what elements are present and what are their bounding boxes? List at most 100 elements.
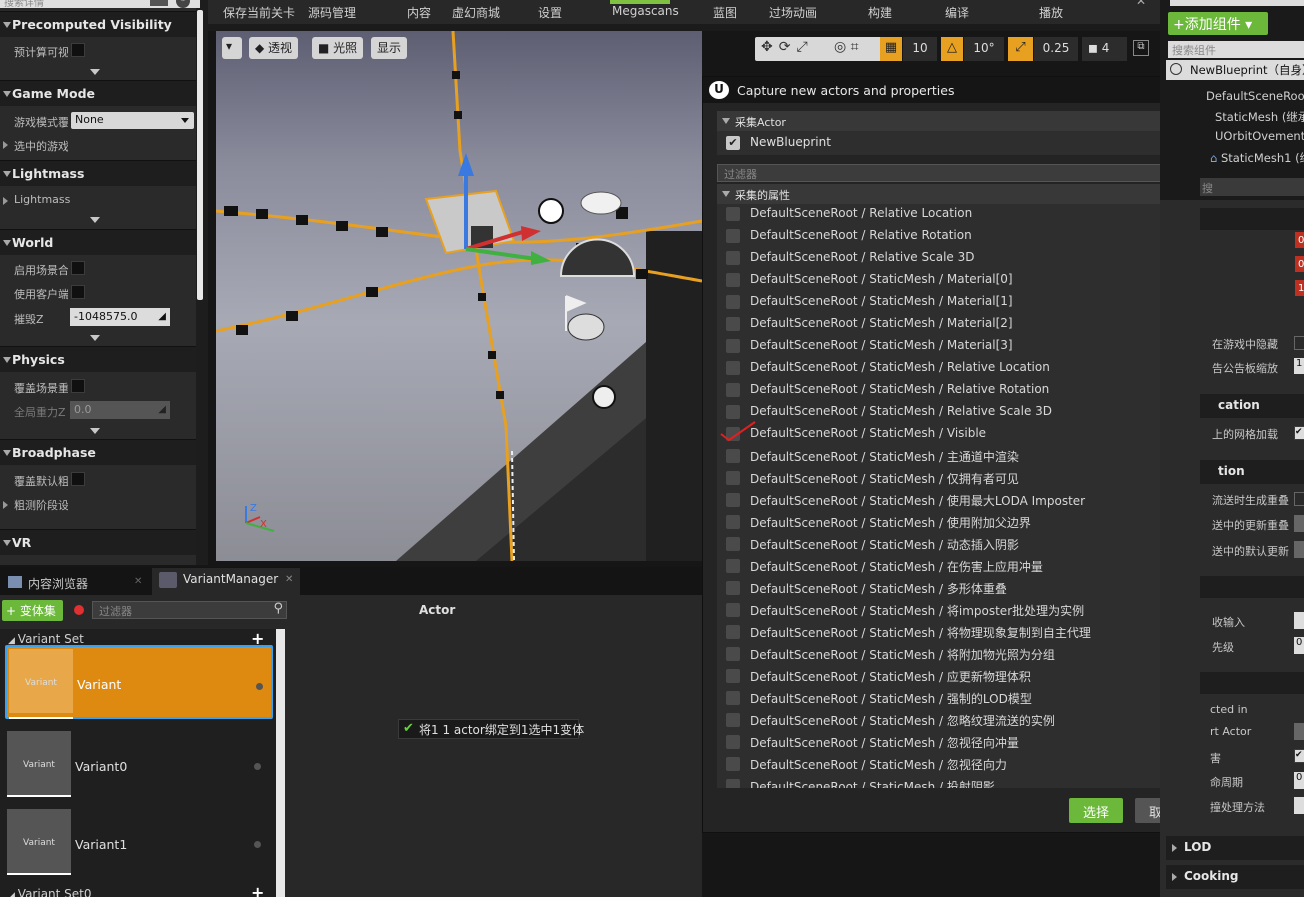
close-icon[interactable]: ✕ [1136, 0, 1146, 8]
tree-item-self[interactable]: NewBlueprint（自身） [1166, 60, 1304, 80]
add-variant-set-button[interactable]: + 变体集 [2, 600, 63, 621]
lifespan-input[interactable]: 0 [1294, 772, 1304, 789]
property-row[interactable]: DefaultSceneRoot / StaticMesh / Material… [717, 269, 1183, 291]
override-broadphase-checkbox[interactable] [71, 472, 85, 486]
toolbar-settings[interactable]: 设置 [538, 4, 562, 21]
select-button[interactable]: 选择 [1069, 798, 1123, 823]
property-row[interactable]: DefaultSceneRoot / StaticMesh / 在伤害上应用冲量 [717, 555, 1183, 577]
property-checkbox[interactable] [726, 405, 740, 419]
variant-list-scrollbar[interactable] [276, 629, 285, 897]
enable-world-checkbox[interactable] [71, 261, 85, 275]
gizmo-y-arrow[interactable] [531, 251, 551, 265]
location-x-value[interactable]: 0 [1295, 232, 1304, 248]
property-checkbox[interactable] [726, 207, 740, 221]
property-row[interactable]: DefaultSceneRoot / StaticMesh / Visible [717, 423, 1183, 445]
property-row[interactable]: DefaultSceneRoot / StaticMesh / 忽略纹理流送的实… [717, 709, 1183, 731]
tab-close-icon[interactable]: ✕ [134, 576, 142, 587]
damage-checkbox[interactable]: ✔ [1294, 749, 1304, 763]
section-lod[interactable]: LOD [1166, 836, 1304, 860]
property-row[interactable]: DefaultSceneRoot / Relative Rotation [717, 225, 1183, 247]
property-row[interactable]: DefaultSceneRoot / StaticMesh / Relative… [717, 379, 1183, 401]
generate-overlap-checkbox[interactable] [1294, 492, 1304, 506]
section-game-mode[interactable]: Game Mode [0, 80, 196, 106]
actor-section-header[interactable]: 采集Actor [717, 111, 1198, 131]
property-checkbox[interactable] [726, 581, 740, 595]
record-icon[interactable] [74, 605, 84, 615]
details-search-input[interactable]: 搜 [1200, 178, 1304, 196]
properties-section-header[interactable]: 采集的属性 [717, 184, 1198, 204]
property-checkbox[interactable] [726, 361, 740, 375]
property-checkbox[interactable] [726, 515, 740, 529]
toolbar-megascans[interactable]: Megascans [612, 4, 679, 18]
toolbar-blueprints[interactable]: 蓝图 [713, 4, 737, 21]
property-checkbox[interactable] [726, 713, 740, 727]
expand-arrow-icon[interactable] [3, 501, 8, 509]
toolbar-cinematics[interactable]: 过场动画 [769, 4, 817, 21]
expand-arrow-icon[interactable] [3, 197, 8, 205]
variant-filter-input[interactable]: 过滤器 ⚲ [92, 601, 287, 619]
add-component-button[interactable]: +添加组件 ▾ [1168, 12, 1268, 35]
property-checkbox[interactable] [726, 559, 740, 573]
property-checkbox[interactable] [726, 735, 740, 749]
property-checkbox[interactable] [726, 251, 740, 265]
property-row[interactable]: DefaultSceneRoot / StaticMesh / Relative… [717, 357, 1183, 379]
tree-item-static-mesh1[interactable]: ⌂ StaticMesh1 (继 [1210, 150, 1304, 166]
expand-chevron-icon[interactable] [90, 217, 100, 223]
property-row[interactable]: DefaultSceneRoot / StaticMesh / 忽视径向力 [717, 753, 1183, 775]
toolbar-content[interactable]: 内容 [407, 4, 431, 21]
toolbar-build[interactable]: 构建 [868, 4, 892, 21]
details-scrollbar[interactable] [196, 0, 208, 565]
property-checkbox[interactable] [726, 647, 740, 661]
tab-content-browser[interactable]: 内容浏览器 ✕ [4, 571, 148, 595]
section-cooking[interactable]: Cooking [1166, 865, 1304, 889]
property-row[interactable]: DefaultSceneRoot / StaticMesh / Material… [717, 313, 1183, 335]
property-checkbox[interactable] [726, 229, 740, 243]
property-checkbox[interactable] [726, 493, 740, 507]
property-row[interactable]: DefaultSceneRoot / StaticMesh / 忽视径向冲量 [717, 731, 1183, 753]
toolbar-save-level[interactable]: 保存当前关卡 [223, 4, 295, 21]
level-viewport[interactable]: Z X ▾ ◆ 透视 ■ 光照 显示 ✥ ⟳ ⤢ [216, 31, 702, 561]
property-checkbox[interactable] [726, 449, 740, 463]
dialog-title-bar[interactable]: U Capture new actors and properties ✕ [703, 77, 1209, 103]
section-physics[interactable]: Physics [0, 346, 196, 372]
blueprint-name-field[interactable] [1170, 0, 1304, 6]
variant-set-row[interactable]: ◢ Variant Set0 [8, 887, 92, 897]
section-precomputed-visibility[interactable]: Precomputed Visibility [0, 11, 196, 37]
property-checkbox[interactable] [726, 273, 740, 287]
actor-checkbox-checked[interactable]: ✔ [726, 136, 740, 150]
collision-handling-dropdown[interactable] [1294, 797, 1304, 814]
actor-row[interactable]: ✔ NewBlueprint [717, 131, 1198, 155]
variant-item[interactable]: Variant Variant1 [5, 807, 273, 881]
property-checkbox[interactable] [726, 295, 740, 309]
priority-input[interactable]: 0 [1294, 637, 1304, 654]
lit-button[interactable]: ■ 光照 [312, 37, 364, 59]
receive-input-dropdown[interactable] [1294, 612, 1304, 629]
game-mode-dropdown[interactable]: None [71, 112, 194, 129]
property-row[interactable]: DefaultSceneRoot / StaticMesh / 主通道中渲染 [717, 445, 1183, 467]
view-options-icon[interactable] [150, 0, 168, 6]
property-checkbox[interactable] [726, 757, 740, 771]
scale-x-value[interactable]: 1 [1295, 280, 1304, 296]
variant-item-selected[interactable]: Variant Variant [5, 645, 273, 719]
tab-variant-manager[interactable]: VariantManager ✕ [152, 568, 300, 595]
expand-chevron-icon[interactable] [90, 428, 100, 434]
property-checkbox[interactable] [726, 317, 740, 331]
property-row[interactable]: DefaultSceneRoot / StaticMesh / 将imposte… [717, 599, 1183, 621]
expand-arrow-icon[interactable] [3, 141, 8, 149]
scrollbar-thumb[interactable] [197, 10, 203, 300]
billboard-scale-input[interactable]: 1 [1294, 358, 1304, 374]
property-row[interactable]: DefaultSceneRoot / StaticMesh / 将物理现象复制到… [717, 621, 1183, 643]
section-vr[interactable]: VR [0, 529, 196, 555]
variant-set-row[interactable]: ◢ Variant Set [8, 632, 84, 646]
property-checkbox[interactable] [726, 779, 740, 788]
tree-item-orbit-movement[interactable]: UOrbitOvement ( [1215, 129, 1304, 143]
property-checkbox[interactable] [726, 471, 740, 485]
property-checkbox[interactable] [726, 669, 740, 683]
details-search-input[interactable]: 搜索详情 [0, 0, 200, 9]
gizmo-x-arrow[interactable] [521, 226, 541, 241]
section-world[interactable]: World [0, 229, 196, 255]
property-row[interactable]: DefaultSceneRoot / StaticMesh / 多形体重叠 [717, 577, 1183, 599]
property-row[interactable]: DefaultSceneRoot / Relative Location [717, 204, 1183, 225]
property-checkbox[interactable] [726, 603, 740, 617]
property-checkbox[interactable] [726, 691, 740, 705]
